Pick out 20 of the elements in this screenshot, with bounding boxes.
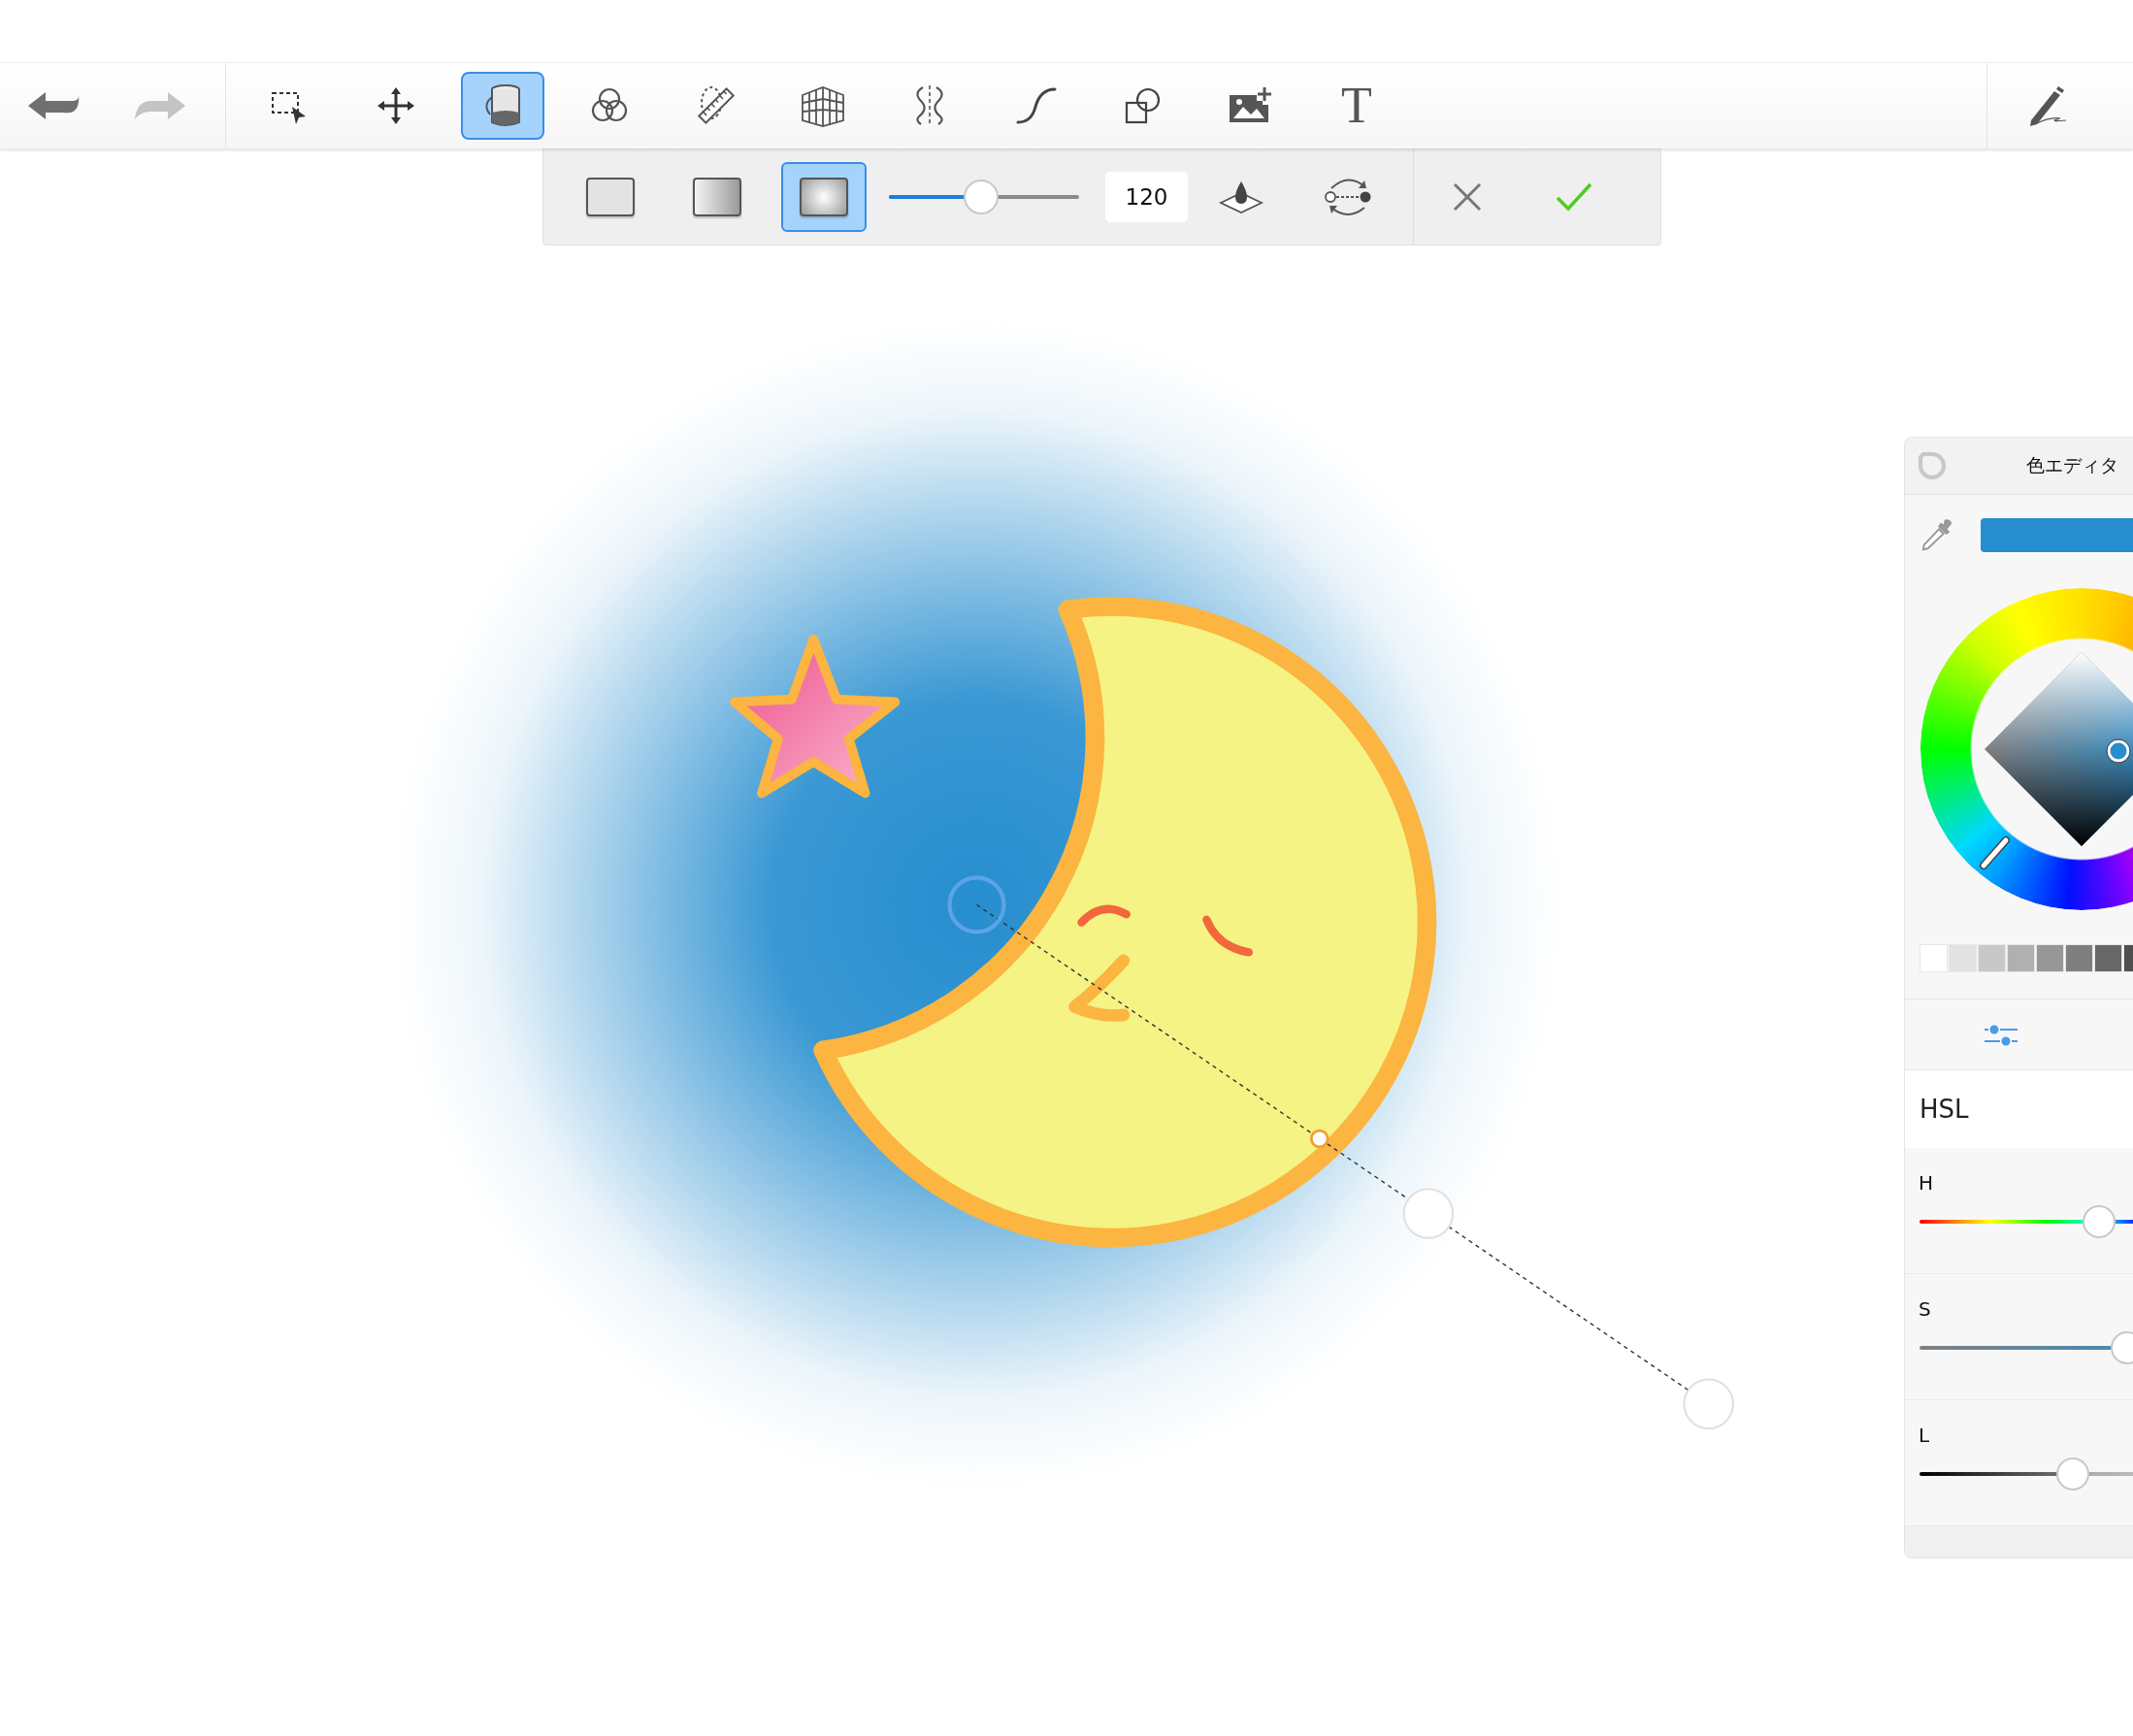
color-swatch[interactable] xyxy=(2007,944,2035,972)
solid-square-icon xyxy=(586,177,635,216)
size-input-field[interactable]: 120 xyxy=(1105,171,1188,222)
radial-fill-button[interactable] xyxy=(781,161,867,232)
radial-gradient-icon xyxy=(800,177,848,216)
color-swatch[interactable] xyxy=(1920,944,1948,972)
fill-tool-button[interactable] xyxy=(461,72,544,140)
color-mode-label[interactable]: HSL xyxy=(1920,1095,1969,1124)
channel-label: H xyxy=(1919,1171,1934,1195)
channel-label: S xyxy=(1919,1297,1931,1321)
color-swatch[interactable] xyxy=(2036,944,2064,972)
channel-label: L xyxy=(1919,1424,1930,1447)
color-swatch[interactable] xyxy=(2094,944,2122,972)
linear-gradient-icon xyxy=(693,177,741,216)
color-swatch[interactable] xyxy=(2065,944,2093,972)
panel-title: 色エディタ xyxy=(2026,453,2118,477)
text-tool-button[interactable]: T xyxy=(1315,72,1398,140)
color-swatch[interactable] xyxy=(1978,944,2006,972)
perspective-grid-icon xyxy=(799,83,847,128)
size-slider[interactable] xyxy=(889,179,1079,214)
